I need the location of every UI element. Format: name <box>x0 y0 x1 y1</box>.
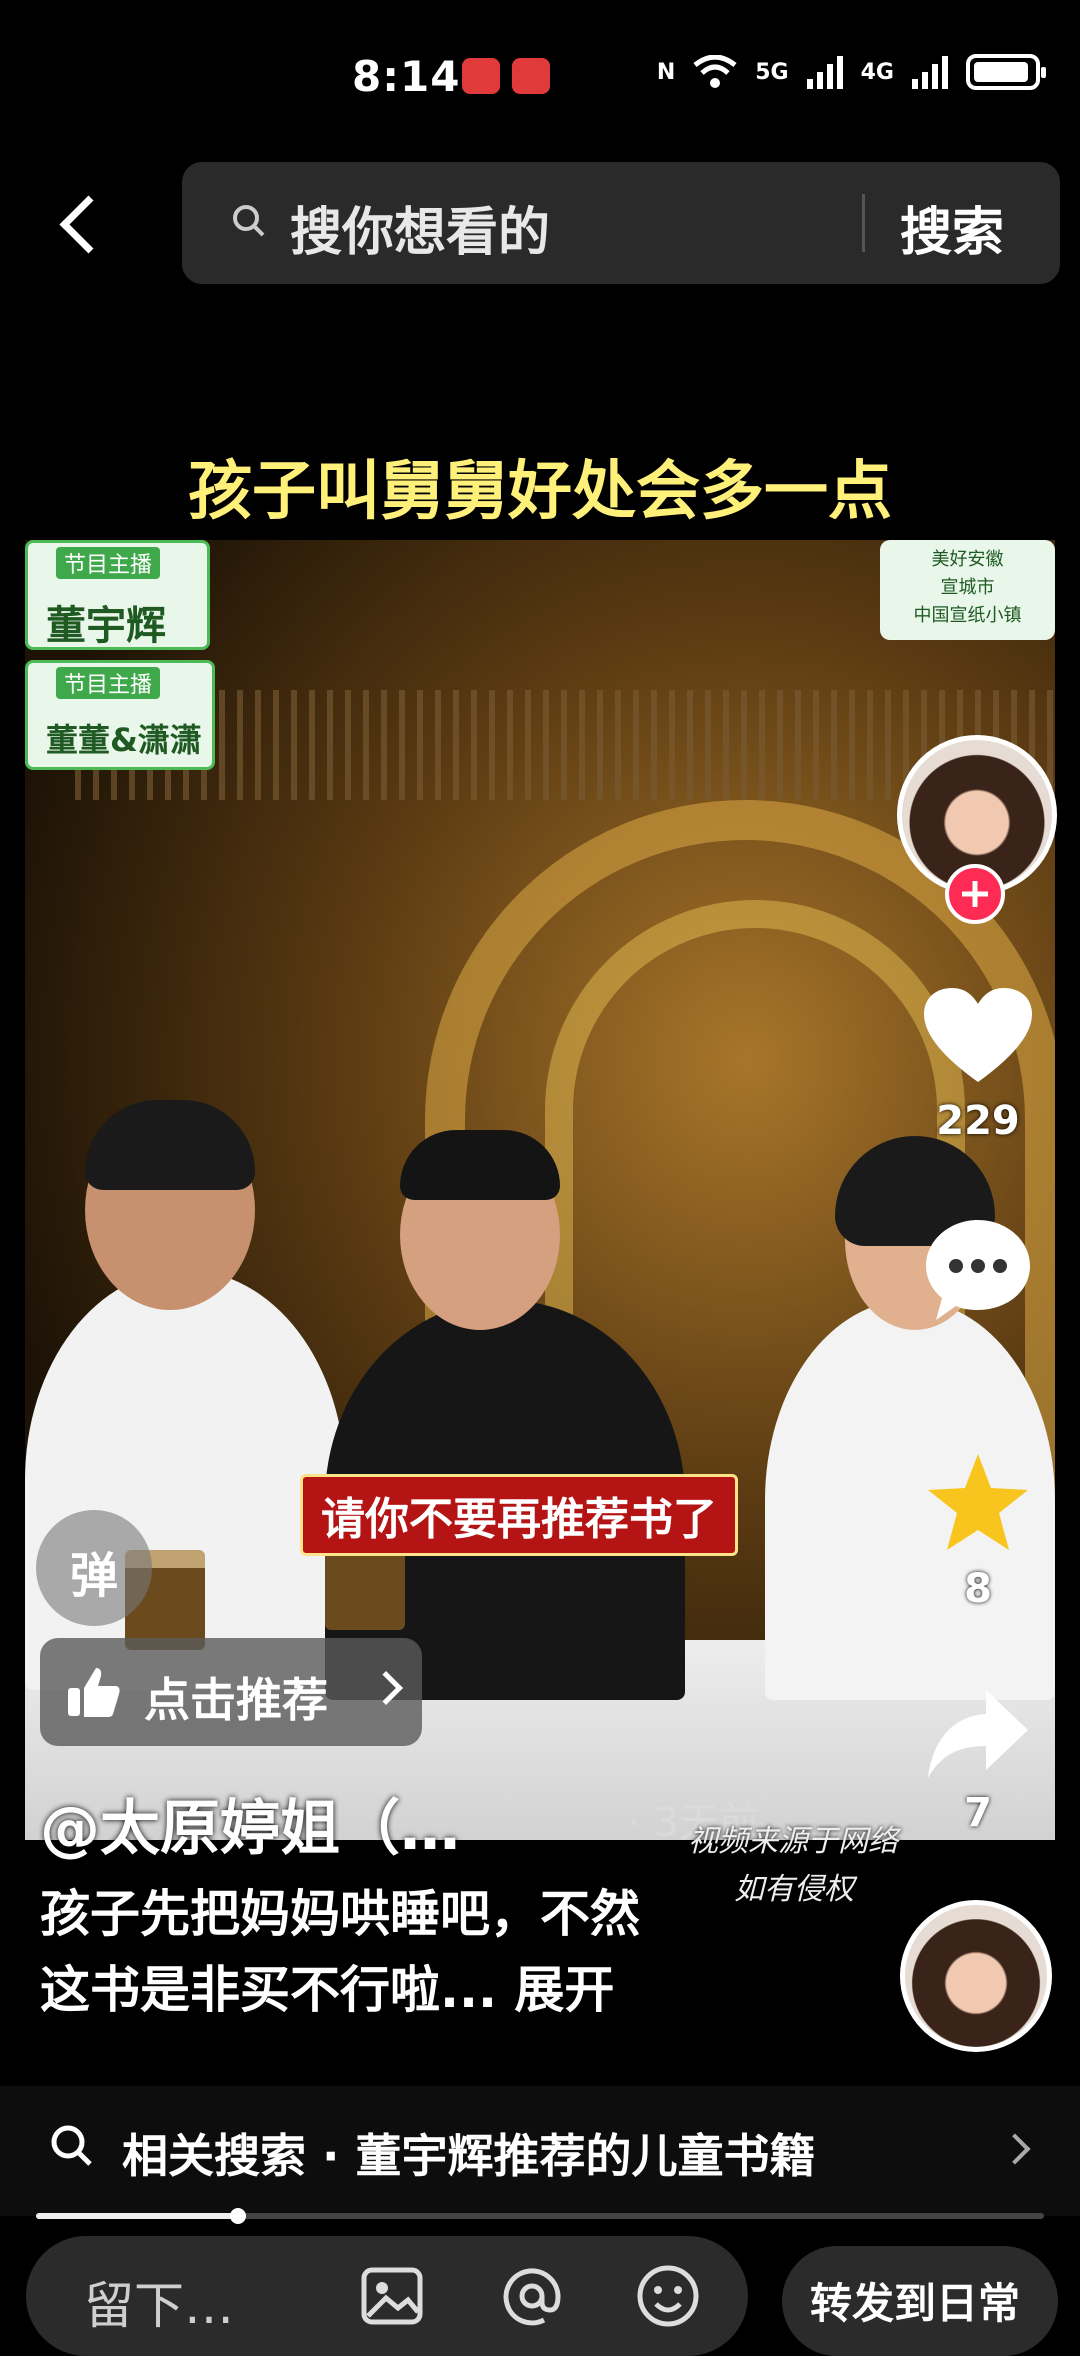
comment-button[interactable] <box>922 1216 1034 1326</box>
image-icon[interactable] <box>356 2260 428 2332</box>
related-search-bar[interactable]: 相关搜索 · 董宇辉推荐的儿童书籍 <box>0 2086 1080 2216</box>
mention-icon[interactable] <box>496 2260 568 2332</box>
host-tag-label: 节目主播 <box>56 547 161 579</box>
video-person-hair <box>85 1100 255 1190</box>
description-text: 这书是非买不行啦... <box>40 1961 497 2019</box>
status-time: 8:14 <box>352 52 461 101</box>
video-person-hair <box>400 1130 560 1200</box>
description-line: 孩子先把妈妈哄睡吧，不然 <box>40 1885 640 1943</box>
wifi-icon <box>693 55 737 88</box>
source-note-line: 视频来源于网络 <box>688 1824 898 1859</box>
danmu-label: 弹 <box>69 1548 118 1604</box>
recommend-label: 点击推荐 <box>144 1673 328 1727</box>
signal-icon <box>912 55 948 89</box>
description-line-2: 这书是非买不行啦... 展开 <box>40 1952 760 2028</box>
like-button[interactable] <box>922 986 1034 1086</box>
search-icon <box>233 205 265 237</box>
notification-icon <box>512 58 550 94</box>
host-tag-name: 董董&潇潇 <box>46 721 202 759</box>
network-5g-label: 5G <box>755 59 789 85</box>
host-tag: 节目主播 董宇辉 <box>25 540 210 650</box>
search-button[interactable]: 搜索 <box>900 190 1004 265</box>
post-description: 孩子先把妈妈哄睡吧，不然 这书是非买不行啦... 展开 <box>40 1876 760 2028</box>
share-to-daily-label: 转发到日常 <box>810 2279 1021 2328</box>
network-4g-label: 4G <box>860 59 894 85</box>
emoji-icon[interactable] <box>632 2260 704 2332</box>
chevron-right-icon <box>999 2133 1031 2165</box>
battery-icon <box>966 54 1046 90</box>
comment-placeholder: 留下… <box>84 2277 234 2335</box>
favorite-button[interactable] <box>924 1450 1032 1554</box>
comment-input[interactable]: 留下… <box>26 2236 748 2356</box>
host-tag-name: 董宇辉 <box>46 603 166 649</box>
like-count: 229 <box>936 1098 1020 1144</box>
signal-icon <box>806 55 843 89</box>
search-bar[interactable]: 搜你想看的 搜索 <box>182 162 1060 284</box>
location-line: 美好安徽 <box>931 549 1004 570</box>
recommend-button[interactable]: 点击推荐 <box>40 1638 422 1746</box>
back-button[interactable] <box>52 178 112 268</box>
video-progress-bar[interactable] <box>36 2208 1044 2224</box>
notification-icon <box>462 58 500 94</box>
expand-button[interactable]: 展开 <box>514 1961 614 2019</box>
progress-fill <box>36 2213 238 2219</box>
danmu-toggle-button[interactable]: 弹 <box>36 1510 152 1626</box>
search-divider <box>862 194 865 252</box>
related-search-text: 相关搜索 · 董宇辉推荐的儿童书籍 <box>122 2129 816 2183</box>
follow-button[interactable] <box>945 864 1005 924</box>
author-name[interactable]: @太原婷姐（… <box>40 1780 460 1867</box>
favorite-count: 8 <box>964 1566 992 1612</box>
music-disc-avatar[interactable] <box>900 1900 1052 2052</box>
nfc-icon: N <box>656 59 676 85</box>
location-line: 宣城市 <box>940 577 995 598</box>
search-input[interactable]: 搜你想看的 <box>290 190 550 265</box>
progress-handle[interactable] <box>229 2208 246 2224</box>
thumbs-up-icon <box>68 1668 120 1717</box>
status-bar: 8:14 N 5G 4G <box>0 0 1080 150</box>
video-subtitle: 请你不要再推荐书了 <box>300 1474 738 1556</box>
share-button[interactable] <box>924 1686 1032 1782</box>
host-tag: 节目主播 董董&潇潇 <box>25 660 215 770</box>
location-tag: 美好安徽 宣城市 中国宣纸小镇 <box>880 540 1055 640</box>
location-line: 中国宣纸小镇 <box>913 605 1022 626</box>
video-top-caption: 孩子叫舅舅好处会多一点 <box>188 455 892 529</box>
chevron-right-icon <box>369 1671 403 1705</box>
share-count: 7 <box>964 1790 992 1836</box>
status-indicators: N 5G 4G <box>656 54 1046 90</box>
host-tag-label: 节目主播 <box>56 667 161 699</box>
search-icon <box>51 2125 92 2166</box>
